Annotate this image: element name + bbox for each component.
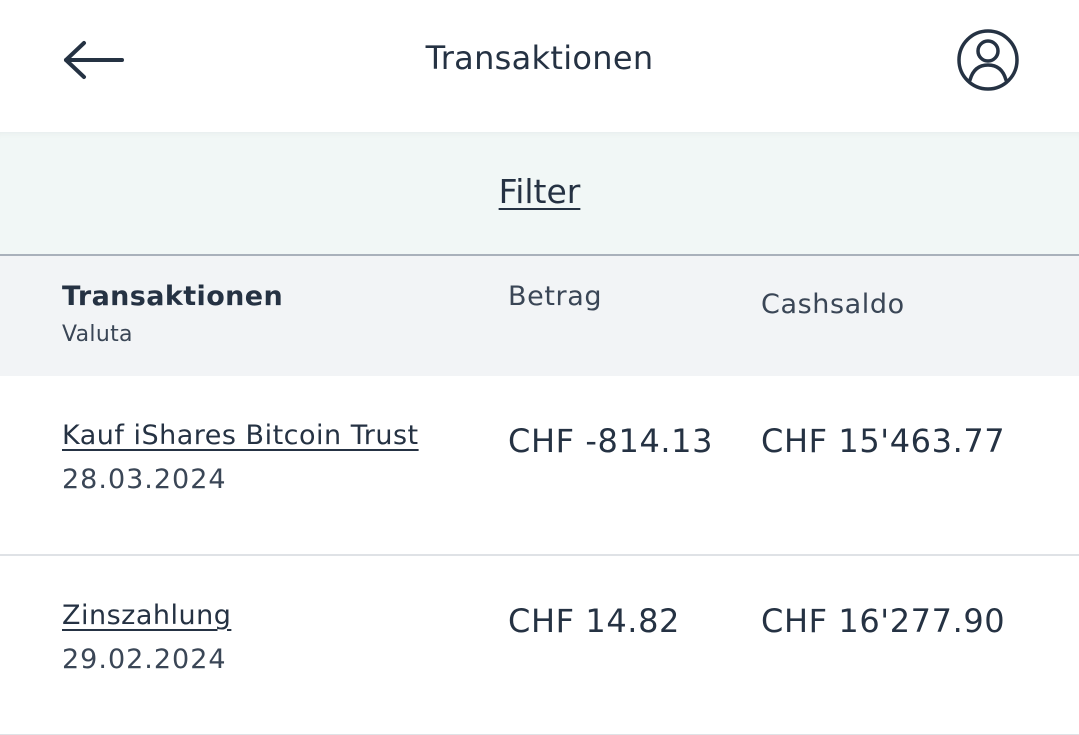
app-header: Transaktionen	[0, 0, 1079, 132]
transaction-amount: CHF 14.82	[508, 602, 680, 640]
transaction-link[interactable]: Zinszahlung	[62, 598, 231, 634]
column-header-transactions: Transaktionen	[62, 281, 284, 312]
filter-bar: Filter	[0, 132, 1079, 256]
transaction-date: 29.02.2024	[62, 644, 227, 675]
user-circle-icon	[957, 29, 1019, 91]
column-header-currency: Valuta	[62, 322, 133, 347]
profile-button[interactable]	[956, 28, 1020, 92]
transaction-amount: CHF -814.13	[508, 422, 714, 460]
transaction-cash-balance: CHF 16'277.90	[761, 602, 1006, 640]
column-header-amount: Betrag	[508, 281, 603, 312]
transaction-link[interactable]: Kauf iShares Bitcoin Trust	[62, 418, 419, 454]
page-title: Transaktionen	[425, 39, 654, 77]
table-header: Transaktionen Valuta Betrag Cashsaldo	[0, 256, 1079, 376]
filter-button[interactable]: Filter	[499, 172, 581, 211]
transactions-screen: Transaktionen Filter Transaktionen Valut…	[0, 0, 1079, 735]
table-row: Zinszahlung 29.02.2024 CHF 14.82 CHF 16'…	[0, 556, 1079, 735]
column-header-cash-balance: Cashsaldo	[761, 289, 905, 320]
table-row: Kauf iShares Bitcoin Trust 28.03.2024 CH…	[0, 376, 1079, 556]
transaction-date: 28.03.2024	[62, 464, 227, 495]
transaction-cash-balance: CHF 15'463.77	[761, 422, 1006, 460]
